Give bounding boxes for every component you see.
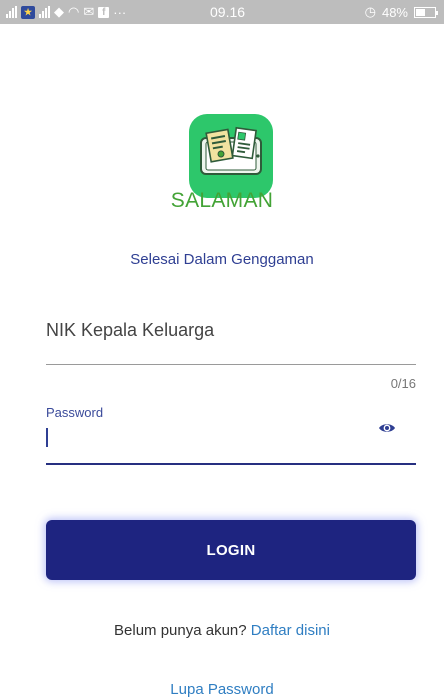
password-underline (46, 463, 416, 465)
facebook-icon: f (98, 6, 110, 18)
battery-icon (414, 6, 438, 18)
alarm-icon: ◷ (364, 4, 376, 19)
status-bar: ★ ◆ ◠ ✉ f ··· 09.16 ◷ 48% (0, 0, 444, 24)
location-icon: ◆ (54, 4, 64, 19)
nik-underline (46, 364, 416, 365)
phone-documents-icon (189, 114, 273, 198)
app-tagline: Selesai Dalam Genggaman (130, 251, 314, 268)
more-icon: ··· (113, 4, 127, 20)
password-label: Password (46, 405, 104, 420)
battery-percent: 48% (381, 4, 408, 20)
sim-icon: ★ (21, 5, 35, 19)
nik-character-counter: 0/16 (390, 376, 416, 391)
signup-link[interactable]: Daftar disini (251, 622, 330, 639)
status-icons-right: ◷ 48% (364, 4, 438, 20)
eye-icon[interactable] (378, 420, 396, 436)
login-button[interactable]: LOGIN (46, 520, 416, 580)
carrier-badge: ★ (23, 6, 33, 17)
notification-icon: ✉ (83, 4, 95, 19)
status-time: 09.16 (210, 4, 246, 20)
nik-field[interactable]: NIK Kepala Keluarga (46, 320, 214, 341)
signup-prompt-row: Belum punya akun? Daftar disini (0, 622, 444, 639)
wifi-icon: ◠ (68, 4, 80, 19)
password-field[interactable] (46, 424, 366, 450)
signup-prompt: Belum punya akun? (114, 622, 247, 639)
signal-icon (39, 6, 50, 18)
text-cursor (46, 428, 48, 447)
app-title: SALAMAN (170, 189, 274, 212)
forgot-password-link[interactable]: Lupa Password (0, 681, 444, 698)
signal-icon (6, 6, 17, 18)
status-icons-left: ★ ◆ ◠ ✉ f ··· (6, 3, 126, 21)
app-logo-graphic (200, 126, 262, 175)
